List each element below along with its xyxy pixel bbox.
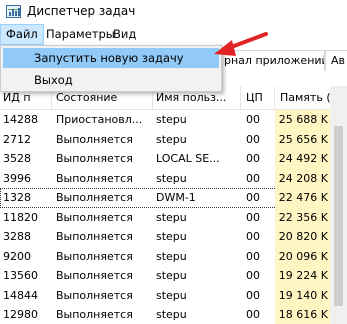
- cell-status: Выполняется: [56, 230, 133, 243]
- cell-memory: 24 492 K: [275, 149, 330, 169]
- cell-user: stepu: [156, 113, 187, 126]
- cell-pid: 11820: [3, 210, 38, 224]
- cell-memory: 19 224 K: [275, 266, 330, 286]
- menu-file[interactable]: Файл: [0, 24, 44, 45]
- cell-cpu: 00: [246, 230, 260, 243]
- cell-memory: 22 356 K: [275, 207, 330, 227]
- cell-user: stepu: [156, 249, 187, 263]
- cell-status: Выполняется: [56, 152, 133, 165]
- vertical-scrollbar[interactable]: [330, 86, 347, 324]
- tab-startup[interactable]: Ав: [325, 50, 347, 71]
- cell-pid: 1328: [3, 191, 31, 204]
- cell-user: stepu: [156, 269, 187, 282]
- cell-user: stepu: [156, 230, 187, 243]
- cell-pid: 9200: [3, 249, 31, 263]
- cell-cpu: 00: [246, 210, 260, 224]
- menu-exit[interactable]: Выход: [3, 70, 219, 90]
- cell-pid: 3288: [3, 230, 31, 243]
- cell-pid: 3528: [3, 152, 31, 165]
- menu-bar: Файл Параметры Вид: [0, 24, 347, 45]
- cell-user: DWM-1: [156, 191, 196, 204]
- title-bar: Диспетчер задач: [0, 0, 347, 24]
- cell-pid: 13560: [3, 269, 38, 282]
- cell-cpu: 00: [246, 152, 260, 165]
- table-row[interactable]: 3996 Выполняется stepu 00 24 208 K: [0, 168, 347, 188]
- cell-status: Приостановл...: [56, 113, 143, 126]
- cell-memory: 18 616 K: [275, 305, 330, 324]
- cell-user: LOCAL SE...: [156, 152, 220, 165]
- cell-user: stepu: [156, 132, 187, 146]
- cell-cpu: 00: [246, 288, 260, 302]
- column-user[interactable]: Имя польз...: [156, 90, 236, 106]
- cell-pid: 14288: [3, 113, 38, 126]
- window-title: Диспетчер задач: [27, 4, 136, 18]
- cell-pid: 12980: [3, 308, 38, 321]
- table-row[interactable]: 3288 Выполняется stepu 00 20 820 K: [0, 227, 347, 247]
- cell-user: stepu: [156, 171, 187, 185]
- cell-memory: 25 688 K: [275, 110, 330, 130]
- cell-memory: 20 820 K: [275, 227, 330, 247]
- menu-run-new-task[interactable]: Запустить новую задачу: [3, 48, 219, 68]
- cell-status: Выполняется: [56, 171, 133, 185]
- cell-memory: 25 656 K: [275, 129, 330, 149]
- cell-status: Выполняется: [56, 191, 133, 204]
- table-row[interactable]: 9200 Выполняется stepu 00 20 096 K: [0, 246, 347, 266]
- table-row[interactable]: 14844 Выполняется stepu 00 19 140 K: [0, 285, 347, 305]
- column-status[interactable]: Состояние: [56, 90, 148, 106]
- cell-pid: 14844: [3, 288, 38, 302]
- cell-status: Выполняется: [56, 132, 133, 146]
- table-row[interactable]: 13560 Выполняется stepu 00 19 224 K: [0, 266, 347, 286]
- table-row[interactable]: 11820 Выполняется stepu 00 22 356 K: [0, 207, 347, 227]
- cell-memory: 24 208 K: [275, 168, 330, 188]
- cell-status: Выполняется: [56, 249, 133, 263]
- cell-user: stepu: [156, 308, 187, 321]
- cell-cpu: 00: [246, 249, 260, 263]
- scrollbar-thumb[interactable]: [334, 126, 343, 306]
- cell-status: Выполняется: [56, 308, 133, 321]
- table-row[interactable]: 2712 Выполняется stepu 00 25 656 K: [0, 129, 347, 149]
- cell-user: stepu: [156, 288, 187, 302]
- table-row[interactable]: 12980 Выполняется stepu 00 18 616 K: [0, 305, 347, 324]
- column-cpu[interactable]: ЦП: [246, 90, 270, 106]
- cell-status: Выполняется: [56, 288, 133, 302]
- cell-pid: 2712: [3, 132, 31, 146]
- task-manager-icon: [6, 5, 21, 18]
- cell-memory: 20 096 K: [275, 246, 330, 266]
- process-list: 14288 Приостановл... stepu 00 25 688 K 2712 Вы…: [0, 110, 347, 324]
- cell-cpu: 00: [246, 308, 260, 321]
- cell-memory: 22 476 K: [275, 188, 330, 208]
- column-memory[interactable]: Память (ч: [280, 90, 330, 106]
- cell-status: Выполняется: [56, 269, 133, 282]
- cell-cpu: 00: [246, 171, 260, 185]
- table-row[interactable]: 1328 Выполняется DWM-1 00 22 476 K: [0, 188, 347, 208]
- table-row[interactable]: 14288 Приостановл... stepu 00 25 688 K: [0, 110, 347, 130]
- cell-user: stepu: [156, 210, 187, 224]
- red-arrow-icon: [214, 32, 268, 56]
- cell-status: Выполняется: [56, 210, 133, 224]
- column-pid[interactable]: ИД п: [3, 90, 47, 106]
- cell-pid: 3996: [3, 171, 31, 185]
- table-row[interactable]: 3528 Выполняется LOCAL SE... 00 24 492 K: [0, 149, 347, 169]
- file-menu-dropdown: Запустить новую задачу Выход: [0, 45, 222, 92]
- cell-memory: 19 140 K: [275, 285, 330, 305]
- cell-cpu: 00: [246, 132, 260, 146]
- cell-cpu: 00: [246, 191, 260, 204]
- cell-cpu: 00: [246, 269, 260, 282]
- cell-cpu: 00: [246, 113, 260, 126]
- menu-view[interactable]: Вид: [108, 24, 141, 45]
